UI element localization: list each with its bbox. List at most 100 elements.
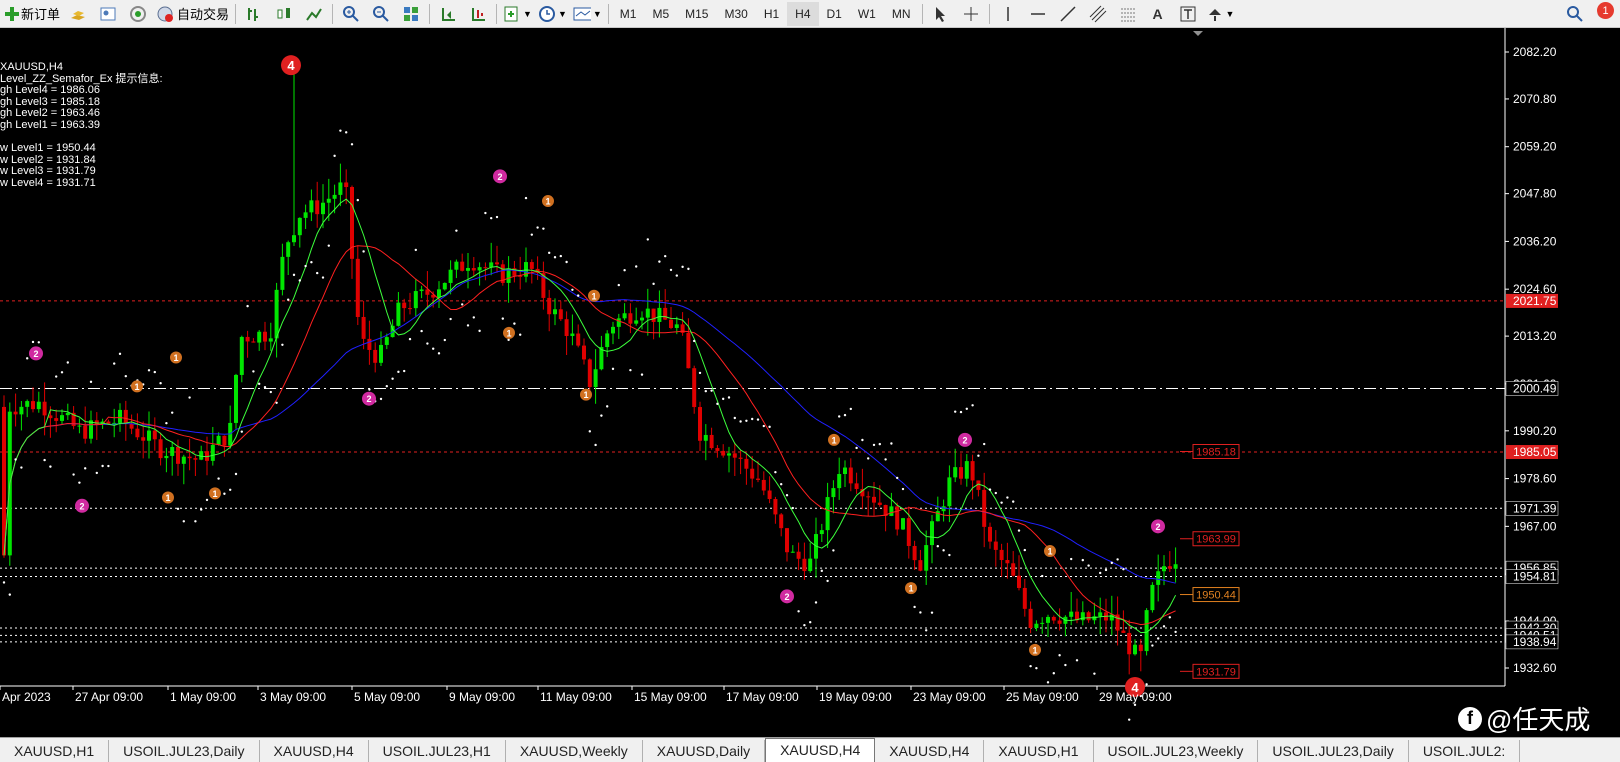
auto-trading-button[interactable]: 自动交易 [153, 2, 232, 26]
sar-dot [1133, 703, 1137, 707]
timeframe-m1[interactable]: M1 [612, 2, 645, 26]
chevron-down-icon: ▼ [557, 8, 567, 19]
market-watch-button[interactable] [63, 2, 93, 26]
tile-windows-button[interactable] [396, 2, 426, 26]
price-tick-label: 2082.20 [1513, 45, 1557, 59]
chart-tab[interactable]: USOIL.JUL23,Weekly [1094, 740, 1259, 762]
sar-dot [577, 294, 580, 297]
candle-body [837, 474, 842, 489]
sar-dot [1157, 637, 1160, 640]
candle-body [831, 488, 836, 498]
arrows-dropdown[interactable]: ▼ [1203, 2, 1238, 26]
timeframe-m5[interactable]: M5 [644, 2, 677, 26]
crosshair-button[interactable] [956, 2, 986, 26]
semafor-label: 1 [1032, 645, 1037, 655]
price-chart[interactable]: 2082.20 2070.80 2059.20 2047.80 2036.20 2024.… [0, 28, 1620, 737]
price-tick-label: 2013.20 [1513, 329, 1557, 343]
candle-body [843, 467, 847, 475]
timeframe-m30[interactable]: M30 [716, 2, 755, 26]
candle-body [54, 418, 59, 421]
chart-tab[interactable]: XAUUSD,H1 [984, 740, 1094, 762]
sar-dot [194, 520, 197, 523]
horizontal-line-button[interactable] [1023, 2, 1053, 26]
candle-body [193, 458, 198, 460]
chart-tab[interactable]: USOIL.JUL2: [1409, 740, 1521, 762]
zoom-out-button[interactable] [366, 2, 396, 26]
sar-dot [304, 264, 307, 268]
chart-shift-button[interactable] [433, 2, 463, 26]
price-tag-label: 1985.05 [1513, 445, 1557, 459]
ma-mid-line [3, 245, 1176, 626]
equidistant-channel-button[interactable] [1083, 2, 1113, 26]
timeframe-m15[interactable]: M15 [677, 2, 716, 26]
cursor-icon [932, 5, 950, 23]
candlestick-button[interactable] [269, 2, 299, 26]
time-tick-label: 23 May 09:00 [913, 690, 986, 704]
chart-tab[interactable]: USOIL.JUL23,H1 [369, 740, 506, 762]
candle-body [384, 337, 389, 345]
channel-icon [1089, 5, 1107, 23]
chart-tab[interactable]: XAUUSD,Daily [643, 740, 766, 762]
chart-tab[interactable]: USOIL.JUL23,Daily [1258, 740, 1409, 762]
candle-body [889, 506, 894, 516]
candle-body [89, 420, 93, 439]
candle-body [779, 514, 784, 529]
sar-dot [345, 131, 348, 134]
sar-dot [867, 457, 870, 460]
timeframe-w1[interactable]: W1 [850, 2, 884, 26]
candle-body [825, 497, 830, 531]
text-label-button[interactable] [1173, 2, 1203, 26]
sar-dot [495, 215, 499, 219]
time-tick-label: 5 May 09:00 [354, 690, 420, 704]
timeframe-h1[interactable]: H1 [756, 2, 787, 26]
auto-scroll-button[interactable] [463, 2, 493, 26]
sar-dot [287, 298, 290, 301]
price-tick-label: 1990.20 [1513, 424, 1557, 438]
arrows-icon [1206, 5, 1224, 23]
chart-tab[interactable]: XAUUSD,H4 [875, 740, 985, 762]
timeframe-d1[interactable]: D1 [819, 2, 850, 26]
sar-dot [147, 369, 151, 372]
sar-dot [281, 343, 284, 346]
level-box-label: 1950.44 [1196, 590, 1236, 602]
sar-dot [971, 404, 974, 407]
watermark: f @任天成 [1458, 700, 1590, 737]
new-order-button[interactable]: 新订单 [0, 2, 63, 26]
candle-body [118, 409, 122, 423]
new-order-label: 新订单 [21, 7, 61, 22]
sar-dot [31, 340, 35, 344]
text-tool-button[interactable]: A [1143, 2, 1173, 26]
line-chart-button[interactable] [299, 2, 329, 26]
chart-tab[interactable]: XAUUSD,H1 [0, 740, 110, 762]
sar-dot [217, 477, 220, 480]
sar-dot [814, 601, 818, 604]
vertical-line-button[interactable] [993, 2, 1023, 26]
candle-body [1022, 587, 1027, 609]
sar-dot [466, 324, 470, 327]
templates-dropdown[interactable]: ▼ [570, 2, 605, 26]
sar-dot [432, 347, 435, 350]
zoom-in-button[interactable] [336, 2, 366, 26]
chart-tab[interactable]: XAUUSD,Weekly [506, 740, 643, 762]
timeframe-mn[interactable]: MN [884, 2, 919, 26]
fibonacci-button[interactable] [1113, 2, 1143, 26]
chart-tab[interactable]: XAUUSD,H4 [260, 740, 369, 762]
chart-tab[interactable]: XAUUSD,H4 [765, 738, 876, 762]
sar-dot [2, 581, 6, 584]
sar-dot [1064, 663, 1067, 667]
candle-body [848, 467, 853, 484]
cursor-tool-button[interactable] [926, 2, 956, 26]
navigator-button[interactable] [123, 2, 153, 26]
candle-body [19, 406, 24, 415]
candle-body [1156, 571, 1161, 585]
indicators-dropdown[interactable]: ▼ [500, 2, 535, 26]
periodicity-dropdown[interactable]: ▼ [535, 2, 570, 26]
search-button[interactable] [1560, 2, 1590, 26]
time-tick-label: 11 May 09:00 [540, 690, 612, 704]
chart-tab[interactable]: USOIL.JUL23,Daily [109, 740, 260, 762]
bar-chart-button[interactable] [239, 2, 269, 26]
trendline-button[interactable] [1053, 2, 1083, 26]
data-window-button[interactable] [93, 2, 123, 26]
timeframe-h4[interactable]: H4 [787, 1, 819, 26]
auto-scroll-icon [469, 5, 487, 23]
